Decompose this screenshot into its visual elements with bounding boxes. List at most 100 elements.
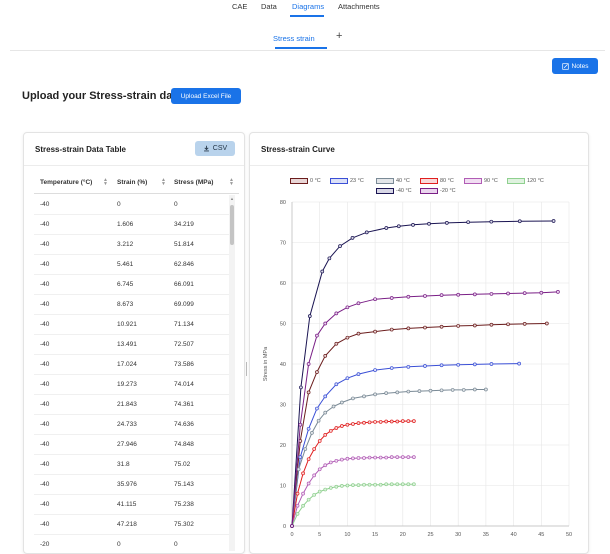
data-point [328,460,333,465]
cell-temperature: -40 [40,381,50,388]
cell-strain: 1.606 [117,221,134,228]
data-point [328,428,333,433]
sort-icon[interactable]: ▲ ▼ [229,178,234,187]
data-point [373,392,377,397]
data-point [406,455,411,459]
data-point [312,447,317,451]
table-row: -20 0 0 [34,534,232,552]
scrollbar-track[interactable] [229,195,235,551]
table-row: -40 27.946 74.848 [34,434,232,455]
cell-strain: 31.8 [117,461,130,468]
cell-stress: 69.099 [174,301,194,308]
active-subtab-indicator [275,47,327,49]
x-tick-label: 15 [372,532,378,538]
data-point [411,222,415,227]
y-tick-label: 20 [280,443,286,449]
data-point [345,483,350,488]
data-point [539,290,544,295]
data-point [306,390,311,395]
data-point [307,314,312,319]
cell-stress: 34.219 [174,221,194,228]
data-point [338,244,342,248]
data-point [306,481,311,486]
data-point [306,362,311,366]
cell-stress: 75.143 [174,481,194,488]
data-point [373,420,377,424]
data-point [489,322,494,327]
data-point [295,491,300,496]
x-tick-label: 45 [538,532,544,538]
data-point [312,473,317,478]
active-tab-indicator [290,15,324,17]
cell-temperature: -40 [40,401,50,408]
tab-cae[interactable]: CAE [232,2,247,11]
cell-strain: 35.976 [117,481,137,488]
cell-strain: 0 [117,541,121,548]
table-body: -40 0 0 -40 1.606 34.219 -40 3.212 51.814 -40 5.46… [34,194,232,552]
data-point [306,457,311,462]
data-point [317,439,322,443]
column-header-strain[interactable]: Strain (%) [117,179,147,186]
data-point [489,219,494,224]
sort-icon[interactable]: ▲ ▼ [103,178,108,187]
data-point [356,331,361,336]
data-point [350,236,355,240]
csv-download-button[interactable]: CSV [195,141,235,156]
data-point [456,292,461,297]
tab-diagrams[interactable]: Diagrams [292,2,324,11]
data-point [320,269,325,274]
table-row: -40 5.461 62.846 [34,254,232,275]
column-header-temperature[interactable]: Temperature (°C) [40,179,92,186]
data-point [340,457,344,462]
data-point [317,489,322,494]
data-point [428,388,433,393]
scroll-up-arrow[interactable]: ▲ [230,196,234,201]
data-point [439,293,444,297]
notes-button[interactable]: Notes [552,58,598,74]
scrollbar-thumb[interactable] [230,205,234,245]
cell-strain: 5.461 [117,261,134,268]
sub-nav: Stress strain + [10,18,605,51]
data-point [384,226,389,230]
data-point [489,362,494,366]
data-point [456,324,461,328]
data-point [522,322,527,326]
x-tick-label: 20 [400,532,406,538]
data-point [345,376,350,381]
data-point [444,221,449,225]
data-point [303,447,308,451]
data-point [362,394,366,399]
cell-temperature: -40 [40,421,50,428]
series-line [291,456,414,527]
subtab-stress-strain[interactable]: Stress strain [273,34,315,43]
cell-temperature: -40 [40,301,50,308]
tab-data[interactable]: Data [261,2,277,11]
data-point [466,220,471,225]
data-point [367,482,372,487]
data-point [406,419,411,423]
tab-attachments[interactable]: Attachments [338,2,380,11]
cell-temperature: -40 [40,521,50,528]
data-point [315,406,319,411]
data-point [389,366,394,370]
column-header-stress[interactable]: Stress (MPa) [174,179,213,186]
data-point [395,455,400,459]
top-nav: CAE Data Diagrams Attachments [0,0,610,18]
cell-stress: 75.302 [174,521,194,528]
data-point [306,497,311,502]
data-point [395,482,400,487]
data-point [423,294,427,298]
data-point [299,385,303,390]
data-point [345,335,350,340]
data-point [406,326,411,331]
data-point [331,404,336,409]
cell-stress: 0 [174,541,178,548]
y-tick-label: 70 [280,241,286,247]
add-subtab-button[interactable]: + [336,30,342,42]
cell-temperature: -40 [40,481,50,488]
data-point [323,354,328,358]
data-point [406,294,411,299]
sort-icon[interactable]: ▲ ▼ [161,178,166,187]
edit-icon [561,62,569,70]
upload-excel-button[interactable]: Upload Excel File [171,88,241,104]
